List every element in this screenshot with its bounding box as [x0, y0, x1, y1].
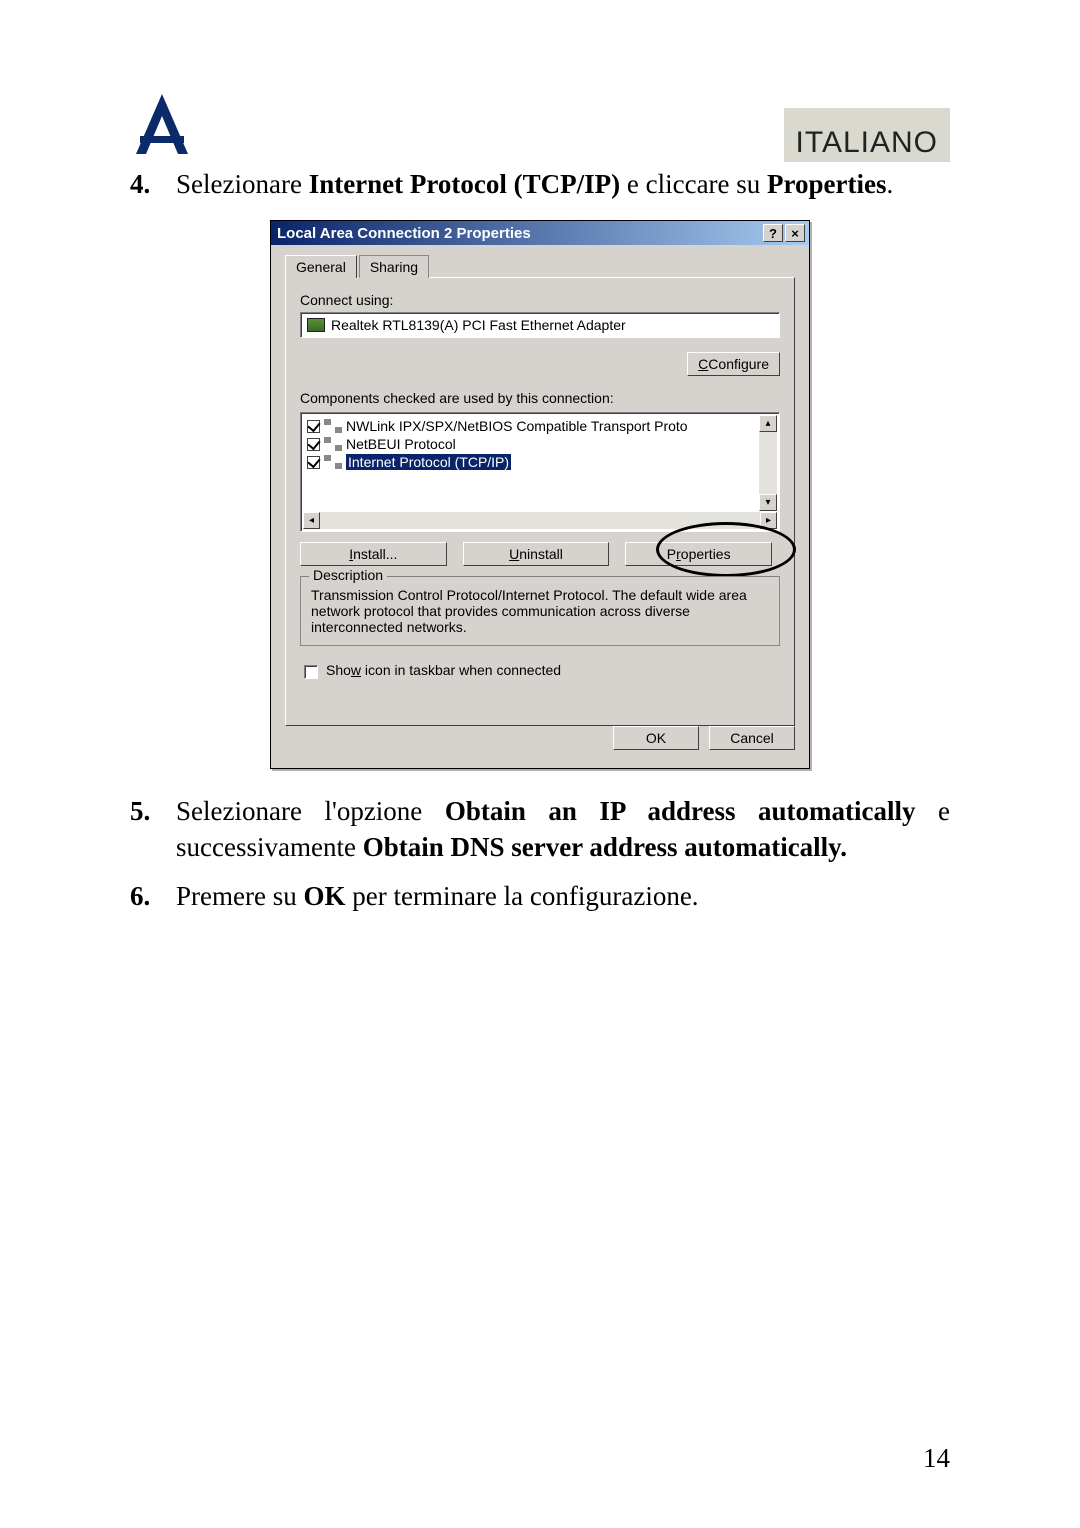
- description-label: Description: [309, 567, 387, 583]
- scroll-right-icon[interactable]: ▸: [760, 512, 777, 529]
- adapter-name: Realtek RTL8139(A) PCI Fast Ethernet Ada…: [331, 317, 626, 333]
- scroll-down-icon[interactable]: ▾: [759, 494, 777, 511]
- dialog-title: Local Area Connection 2 Properties: [277, 225, 531, 242]
- tab-general[interactable]: General: [285, 255, 357, 278]
- instruction-number: 5.: [130, 793, 150, 829]
- protocol-icon: [324, 455, 342, 469]
- horizontal-scrollbar[interactable]: ◂ ▸: [303, 512, 777, 529]
- connect-using-label: Connect using:: [300, 292, 780, 308]
- help-button[interactable]: ?: [763, 224, 783, 242]
- tab-sharing[interactable]: Sharing: [359, 255, 429, 278]
- properties-button[interactable]: Properties: [625, 542, 772, 566]
- instruction-number: 6.: [130, 878, 150, 914]
- install-button[interactable]: Install...: [300, 542, 447, 566]
- checkbox-checked-icon[interactable]: [307, 456, 320, 469]
- checkbox-unchecked-icon[interactable]: [304, 665, 318, 679]
- components-label: Components checked are used by this conn…: [300, 390, 780, 406]
- list-item-tcpip[interactable]: Internet Protocol (TCP/IP): [305, 453, 757, 471]
- instruction-4: 4. Selezionare Internet Protocol (TCP/IP…: [130, 166, 950, 202]
- cancel-button[interactable]: Cancel: [709, 726, 795, 750]
- show-icon-checkbox-row[interactable]: Show icon in taskbar when connected: [304, 662, 780, 678]
- tab-panel-general: Connect using: Realtek RTL8139(A) PCI Fa…: [285, 277, 795, 725]
- vertical-scrollbar[interactable]: ▴ ▾: [759, 415, 777, 511]
- scroll-up-icon[interactable]: ▴: [759, 415, 777, 432]
- logo-icon: [130, 90, 194, 162]
- protocol-icon: [324, 419, 342, 433]
- configure-button[interactable]: CConfigure: [687, 352, 780, 376]
- description-groupbox: Description Transmission Control Protoco…: [300, 576, 780, 646]
- language-badge: ITALIANO: [784, 108, 950, 162]
- components-listbox[interactable]: NWLink IPX/SPX/NetBIOS Compatible Transp…: [300, 412, 780, 532]
- page-number: 14: [923, 1443, 950, 1474]
- protocol-icon: [324, 437, 342, 451]
- uninstall-button[interactable]: Uninstall: [463, 542, 610, 566]
- checkbox-checked-icon[interactable]: [307, 420, 320, 433]
- scroll-left-icon[interactable]: ◂: [303, 512, 320, 529]
- properties-dialog: Local Area Connection 2 Properties ? × G…: [270, 220, 810, 768]
- list-item[interactable]: NWLink IPX/SPX/NetBIOS Compatible Transp…: [305, 417, 757, 435]
- list-item[interactable]: NetBEUI Protocol: [305, 435, 757, 453]
- nic-icon: [307, 318, 325, 332]
- instruction-5: 5. Selezionare l'opzione Obtain an IP ad…: [130, 793, 950, 866]
- description-text: Transmission Control Protocol/Internet P…: [311, 587, 769, 635]
- instruction-6: 6. Premere su OK per terminare la config…: [130, 878, 950, 914]
- instruction-number: 4.: [130, 166, 150, 202]
- ok-button[interactable]: OK: [613, 726, 699, 750]
- dialog-titlebar[interactable]: Local Area Connection 2 Properties ? ×: [271, 221, 809, 245]
- close-button[interactable]: ×: [785, 224, 805, 242]
- adapter-field[interactable]: Realtek RTL8139(A) PCI Fast Ethernet Ada…: [300, 312, 780, 338]
- checkbox-checked-icon[interactable]: [307, 438, 320, 451]
